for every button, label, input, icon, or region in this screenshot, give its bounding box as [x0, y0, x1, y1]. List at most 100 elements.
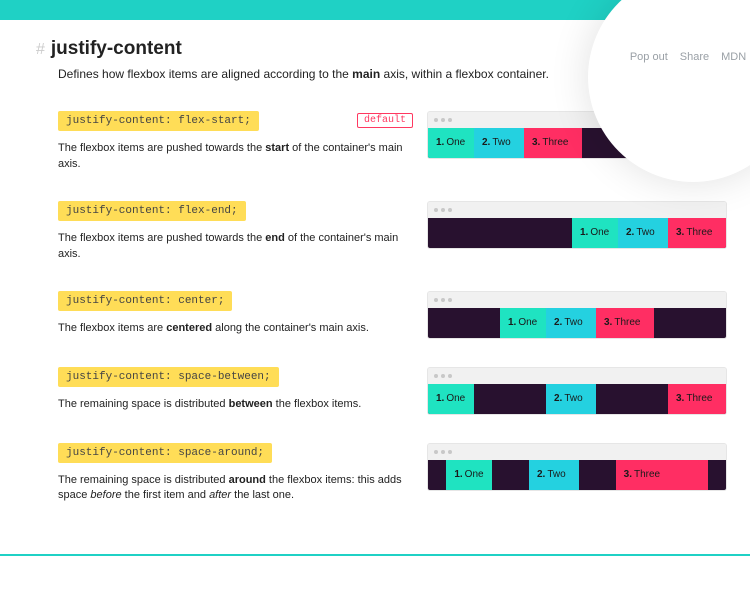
code-snippet: justify-content: space-around; — [58, 443, 272, 463]
example-text: justify-content: flex-end; The flexbox i… — [58, 201, 413, 263]
item-label: Three — [686, 227, 712, 238]
flex-container: 1. One 2. Two 3. Three — [428, 460, 726, 490]
flex-item-three: 3. Three — [668, 218, 726, 248]
window-dots-icon — [428, 292, 726, 308]
desc-post: along the container's main axis. — [212, 322, 369, 334]
example-text: justify-content: space-around; The remai… — [58, 443, 413, 505]
desc-pre: The remaining space is distributed — [58, 398, 229, 410]
popout-link[interactable]: Pop out — [630, 51, 668, 63]
subtitle-bold: main — [352, 67, 380, 81]
example-description: The flexbox items are centered along the… — [58, 321, 413, 337]
item-num: 1. — [508, 317, 516, 328]
item-num: 1. — [454, 469, 462, 480]
code-snippet: justify-content: space-between; — [58, 367, 279, 387]
mdn-link[interactable]: MDN — [721, 51, 746, 63]
example-description: The flexbox items are pushed towards the… — [58, 231, 413, 263]
window-dots-icon — [428, 202, 726, 218]
desc-end: the last one. — [231, 489, 294, 501]
flex-item-one: 1. One — [572, 218, 618, 248]
item-label: Two — [492, 137, 510, 148]
flex-item-three: 3. Three — [524, 128, 582, 158]
item-label: Three — [542, 137, 568, 148]
bottom-accent-bar — [0, 554, 750, 556]
preview-frame: 1. One 2. Two 3. Three — [427, 367, 727, 415]
item-label: Two — [564, 393, 582, 404]
subtitle-post: axis, within a flexbox container. — [380, 67, 549, 81]
flex-container: 1. One 2. Two 3. Three — [428, 218, 726, 248]
hash-icon: # — [36, 41, 45, 58]
flex-item-two: 2. Two — [474, 128, 524, 158]
flex-item-three: 3. Three — [596, 308, 654, 338]
code-line: justify-content: space-around; — [58, 443, 413, 463]
desc-bold: between — [229, 398, 273, 410]
desc-bold: end — [265, 232, 285, 244]
item-num: 1. — [436, 393, 444, 404]
item-num: 1. — [580, 227, 588, 238]
item-label: One — [446, 393, 465, 404]
item-num: 2. — [554, 317, 562, 328]
desc-pre: The flexbox items are — [58, 322, 166, 334]
item-label: Two — [636, 227, 654, 238]
flex-item-three: 3. Three — [668, 384, 726, 414]
item-num: 2. — [482, 137, 490, 148]
code-line: justify-content: space-between; — [58, 367, 413, 387]
desc-em2: after — [209, 489, 231, 501]
item-num: 2. — [554, 393, 562, 404]
circle-menu-items: Pop out Share MDN — [630, 51, 746, 63]
example-flex-end: justify-content: flex-end; The flexbox i… — [58, 201, 722, 263]
example-description: The remaining space is distributed aroun… — [58, 473, 413, 505]
flex-item-two: 2. Two — [546, 308, 596, 338]
code-snippet: justify-content: center; — [58, 291, 232, 311]
item-label: One — [465, 469, 484, 480]
item-label: Three — [614, 317, 640, 328]
example-preview: 1. One 2. Two 3. Three — [427, 443, 727, 491]
item-num: 2. — [626, 227, 634, 238]
item-label: Two — [547, 469, 565, 480]
item-label: One — [590, 227, 609, 238]
desc-pre: The remaining space is distributed — [58, 474, 229, 486]
desc-bold: start — [265, 142, 289, 154]
example-center: justify-content: center; The flexbox ite… — [58, 291, 722, 339]
window-dots-icon — [428, 368, 726, 384]
item-num: 3. — [676, 393, 684, 404]
flex-item-two: 2. Two — [529, 460, 579, 490]
desc-pre: The flexbox items are pushed towards the — [58, 232, 265, 244]
flex-item-one: 1. One — [500, 308, 546, 338]
item-num: 3. — [604, 317, 612, 328]
page-title: justify-content — [51, 38, 182, 59]
example-description: The flexbox items are pushed towards the… — [58, 141, 413, 173]
flex-item-two: 2. Two — [546, 384, 596, 414]
flex-container: 1. One 2. Two 3. Three — [428, 384, 726, 414]
default-badge: default — [357, 113, 413, 128]
item-label: One — [518, 317, 537, 328]
preview-frame: 1. One 2. Two 3. Three — [427, 201, 727, 249]
item-num: 3. — [676, 227, 684, 238]
desc-bold: around — [229, 474, 266, 486]
item-label: One — [446, 137, 465, 148]
example-description: The remaining space is distributed betwe… — [58, 397, 413, 413]
example-text: justify-content: center; The flexbox ite… — [58, 291, 413, 337]
item-num: 2. — [537, 469, 545, 480]
example-preview: 1. One 2. Two 3. Three — [427, 367, 727, 415]
code-snippet: justify-content: flex-start; — [58, 111, 259, 131]
example-text: justify-content: space-between; The rema… — [58, 367, 413, 413]
share-link[interactable]: Share — [680, 51, 709, 63]
preview-frame: 1. One 2. Two 3. Three — [427, 443, 727, 491]
item-label: Two — [564, 317, 582, 328]
code-snippet: justify-content: flex-end; — [58, 201, 246, 221]
desc-post: the flexbox items. — [273, 398, 362, 410]
item-num: 3. — [624, 469, 632, 480]
example-space-around: justify-content: space-around; The remai… — [58, 443, 722, 505]
desc-em1: before — [90, 489, 121, 501]
window-dots-icon — [428, 444, 726, 460]
item-label: Three — [686, 393, 712, 404]
flex-item-three: 3. Three — [616, 460, 708, 490]
code-line: justify-content: center; — [58, 291, 413, 311]
item-num: 1. — [436, 137, 444, 148]
desc-bold: centered — [166, 322, 212, 334]
desc-mid: the first item and — [122, 489, 209, 501]
flex-item-two: 2. Two — [618, 218, 668, 248]
desc-pre: The flexbox items are pushed towards the — [58, 142, 265, 154]
flex-container: 1. One 2. Two 3. Three — [428, 308, 726, 338]
example-space-between: justify-content: space-between; The rema… — [58, 367, 722, 415]
